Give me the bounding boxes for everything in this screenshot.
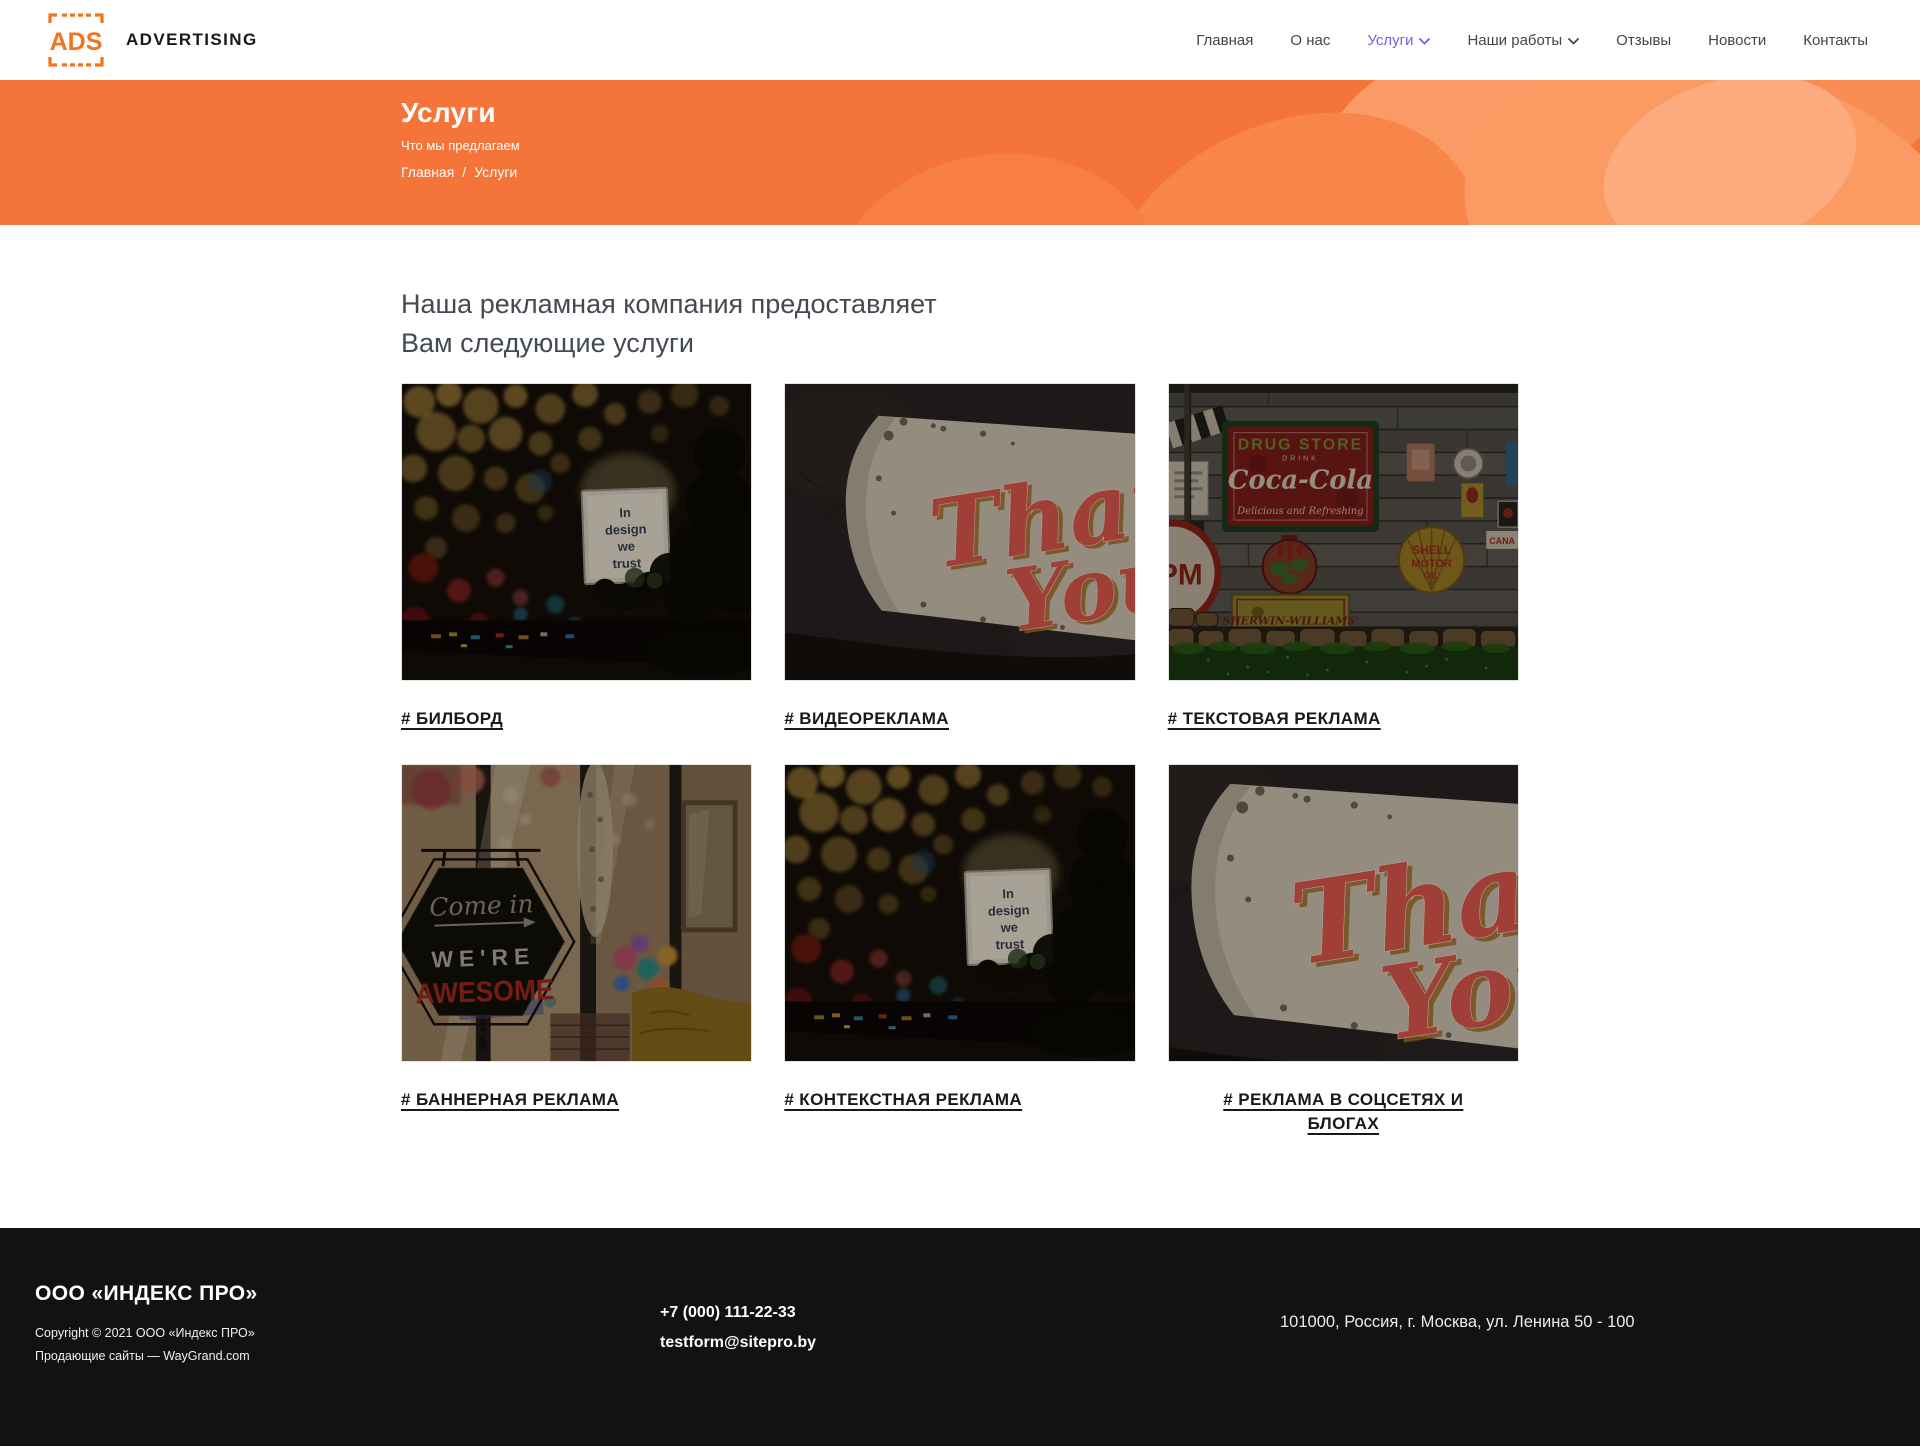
footer-company-name: ООО «ИНДЕКС ПРО» <box>35 1282 660 1306</box>
nav-item-novosti[interactable]: Новости <box>1708 32 1766 49</box>
footer-address: 101000, Россия, г. Москва, ул. Ленина 50… <box>1280 1313 1885 1332</box>
service-link-tekstovaya[interactable]: # ТЕКСТОВАЯ РЕКЛАМА <box>1168 707 1519 731</box>
service-link-bannernaya[interactable]: # БАННЕРНАЯ РЕКЛАМА <box>401 1088 752 1112</box>
nav-item-kontakty[interactable]: Контакты <box>1803 32 1868 49</box>
services-section: Наша рекламная компания предоставляет Ва… <box>401 225 1519 1228</box>
ads-logo-icon: ADS <box>48 11 104 69</box>
page-subtitle: Что мы предлагаем <box>401 138 1519 153</box>
service-link-socseti[interactable]: # РЕКЛАМА В СОЦСЕТЯХ И БЛОГАХ <box>1192 1088 1494 1136</box>
site-header: ADS ADVERTISING Главная О нас Услуги Наш… <box>0 0 1920 80</box>
page-title: Услуги <box>401 97 1519 129</box>
breadcrumb-separator: / <box>462 164 466 180</box>
brand-name: ADVERTISING <box>126 30 258 50</box>
service-link-kontekstnaya[interactable]: # КОНТЕКСТНАЯ РЕКЛАМА <box>784 1088 1135 1112</box>
footer-email-link[interactable]: testform@sitepro.by <box>660 1328 1280 1358</box>
billboard-night-image <box>784 764 1135 1062</box>
service-card-bannernaya: # БАННЕРНАЯ РЕКЛАМА <box>401 764 752 1136</box>
service-card-kontekstnaya: # КОНТЕКСТНАЯ РЕКЛАМА <box>784 764 1135 1136</box>
hero-banner: Услуги Что мы предлагаем Главная / Услуг… <box>0 80 1920 225</box>
services-grid: # БИЛБОРД # ВИДЕОРЕКЛАМА # ТЕКСТОВАЯ РЕК… <box>401 383 1519 1136</box>
footer-contacts-block: +7 (000) 111-22-33 testform@sitepro.by <box>660 1228 1280 1446</box>
breadcrumb-current: Услуги <box>474 164 517 180</box>
thank-you-sign-image <box>784 383 1135 681</box>
footer-phone-link[interactable]: +7 (000) 111-22-33 <box>660 1298 1280 1328</box>
breadcrumb: Главная / Услуги <box>401 164 1519 180</box>
footer-company-block: ООО «ИНДЕКС ПРО» Copyright © 2021 ООО «И… <box>35 1228 660 1446</box>
chevron-down-icon <box>1419 38 1430 45</box>
vintage-signs-image <box>1168 383 1519 681</box>
billboard-night-image <box>401 383 752 681</box>
service-card-bilbord: # БИЛБОРД <box>401 383 752 731</box>
site-footer: ООО «ИНДЕКС ПРО» Copyright © 2021 ООО «И… <box>0 1228 1920 1446</box>
breadcrumb-home-link[interactable]: Главная <box>401 164 454 180</box>
logo-text: ADS <box>50 28 103 56</box>
chevron-down-icon <box>1568 38 1579 45</box>
service-card-videoreklama: # ВИДЕОРЕКЛАМА <box>784 383 1135 731</box>
nav-item-nashi-raboty[interactable]: Наши работы <box>1467 32 1579 49</box>
main-nav: Главная О нас Услуги Наши работы Отзывы … <box>1196 32 1868 49</box>
footer-address-block: 101000, Россия, г. Москва, ул. Ленина 50… <box>1280 1228 1885 1446</box>
nav-item-glavnaya[interactable]: Главная <box>1196 32 1253 49</box>
brand[interactable]: ADS ADVERTISING <box>48 11 258 69</box>
nav-item-uslugi[interactable]: Услуги <box>1367 32 1430 49</box>
nav-item-o-nas[interactable]: О нас <box>1290 32 1330 49</box>
footer-copyright: Copyright © 2021 ООО «Индекс ПРО» <box>35 1322 660 1345</box>
footer-made-by-link[interactable]: Продающие сайты — WayGrand.com <box>35 1345 660 1368</box>
thank-you-sign-closeup-image <box>1168 764 1519 1062</box>
service-card-tekstovaya: # ТЕКСТОВАЯ РЕКЛАМА <box>1168 383 1519 731</box>
nav-item-otzyvy[interactable]: Отзывы <box>1616 32 1671 49</box>
service-card-socseti: # РЕКЛАМА В СОЦСЕТЯХ И БЛОГАХ <box>1168 764 1519 1136</box>
were-awesome-sign-image <box>401 764 752 1062</box>
service-link-bilbord[interactable]: # БИЛБОРД <box>401 707 752 731</box>
service-link-videoreklama[interactable]: # ВИДЕОРЕКЛАМА <box>784 707 1135 731</box>
section-heading: Наша рекламная компания предоставляет Ва… <box>401 285 1519 363</box>
